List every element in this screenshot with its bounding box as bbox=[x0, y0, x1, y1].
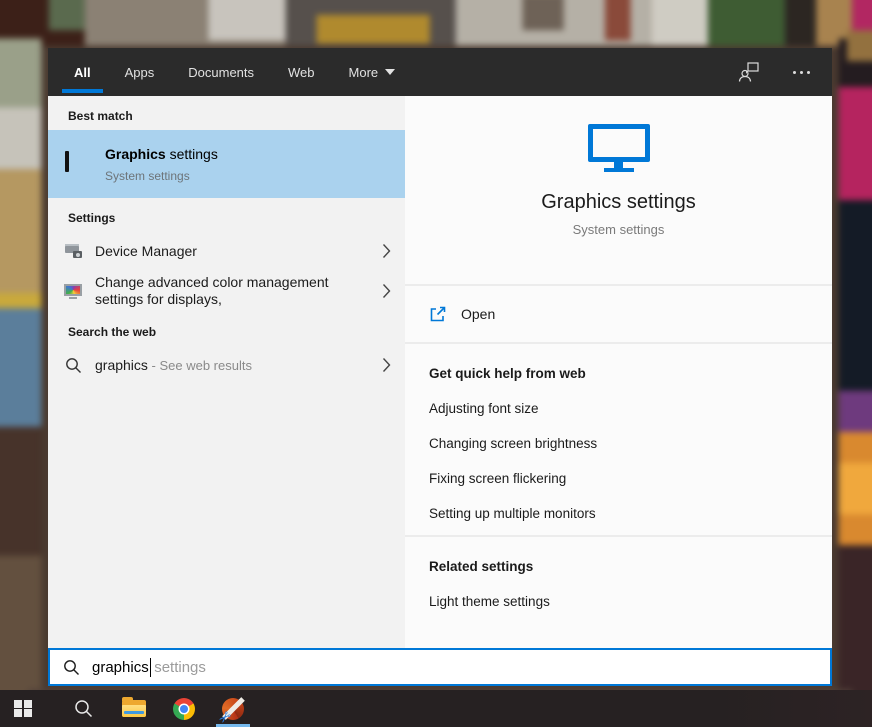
help-link[interactable]: Setting up multiple monitors bbox=[429, 506, 808, 521]
chrome-button[interactable] bbox=[161, 690, 207, 727]
search-filter-bar: All Apps Documents Web More bbox=[48, 48, 832, 96]
chevron-right-icon bbox=[382, 243, 391, 259]
chrome-icon bbox=[173, 697, 195, 720]
more-options-button[interactable] bbox=[788, 59, 814, 85]
best-match-result[interactable]: Graphics settings System settings bbox=[48, 130, 405, 198]
search-suggestion-text: settings bbox=[154, 658, 206, 676]
web-section-header: Search the web bbox=[68, 325, 157, 339]
best-match-title: Graphics settings bbox=[105, 145, 218, 162]
search-icon bbox=[74, 700, 92, 718]
tab-all[interactable]: All bbox=[62, 48, 103, 96]
search-typed-text: graphics bbox=[92, 658, 149, 676]
preview-subtitle: System settings bbox=[572, 222, 665, 237]
taskbar-search-button[interactable] bbox=[60, 690, 106, 727]
tab-more[interactable]: More bbox=[345, 48, 400, 96]
header-actions bbox=[736, 59, 814, 85]
quick-help-section: Get quick help from web Adjusting font s… bbox=[405, 344, 832, 537]
related-settings-header: Related settings bbox=[429, 559, 534, 574]
snip-sketch-icon: ✂ bbox=[213, 697, 244, 727]
result-web-search[interactable]: graphics - See web results bbox=[48, 346, 405, 384]
tab-all-label: All bbox=[74, 64, 91, 80]
desktop: All Apps Documents Web More Best match G… bbox=[0, 0, 872, 727]
best-match-header: Best match bbox=[68, 109, 133, 123]
file-explorer-button[interactable] bbox=[111, 690, 157, 727]
open-action[interactable]: Open bbox=[405, 286, 832, 344]
filter-tabs: All Apps Documents Web More bbox=[62, 48, 425, 96]
best-match-subtitle: System settings bbox=[105, 168, 190, 183]
quick-help-header: Get quick help from web bbox=[429, 366, 586, 381]
chevron-down-icon bbox=[385, 69, 396, 75]
text-caret bbox=[149, 657, 152, 677]
ellipsis-icon bbox=[792, 70, 810, 74]
tab-documents-label: Documents bbox=[188, 64, 255, 80]
monitor-icon bbox=[61, 151, 95, 175]
help-link[interactable]: Changing screen brightness bbox=[429, 436, 808, 451]
monitor-icon bbox=[587, 124, 650, 174]
search-input[interactable]: graphics settings bbox=[48, 648, 832, 686]
results-panel: Best match Graphics settings System sett… bbox=[48, 96, 405, 648]
result-color-management[interactable]: Change advanced color management setting… bbox=[48, 270, 405, 312]
start-button[interactable] bbox=[0, 690, 46, 727]
color-management-icon bbox=[61, 283, 85, 299]
person-account-icon bbox=[738, 62, 759, 82]
snip-sketch-button[interactable]: ✂ bbox=[210, 690, 256, 727]
open-label: Open bbox=[461, 306, 496, 322]
search-icon bbox=[64, 659, 79, 675]
result-label: graphics - See web results bbox=[95, 356, 252, 373]
preview-hero: Graphics settings System settings bbox=[405, 96, 832, 286]
windows-logo-icon bbox=[14, 699, 32, 718]
taskbar: ✂ bbox=[0, 690, 872, 727]
preview-title: Graphics settings bbox=[541, 191, 696, 213]
device-manager-icon bbox=[61, 244, 85, 258]
tab-web-label: Web bbox=[288, 64, 315, 80]
chevron-right-icon bbox=[382, 283, 391, 299]
account-button[interactable] bbox=[736, 59, 762, 85]
search-icon bbox=[61, 357, 85, 374]
settings-section-header: Settings bbox=[68, 211, 116, 225]
related-link[interactable]: Light theme settings bbox=[429, 594, 808, 609]
related-settings-section: Related settings Light theme settings bbox=[405, 537, 832, 648]
search-results-area: Best match Graphics settings System sett… bbox=[48, 96, 832, 648]
preview-panel: Graphics settings System settings Open G… bbox=[405, 96, 832, 648]
launch-icon bbox=[430, 306, 446, 322]
tab-apps[interactable]: Apps bbox=[121, 48, 159, 96]
folder-icon bbox=[122, 697, 146, 717]
help-link[interactable]: Adjusting font size bbox=[429, 401, 808, 416]
help-link[interactable]: Fixing screen flickering bbox=[429, 471, 808, 486]
result-device-manager[interactable]: Device Manager bbox=[48, 232, 405, 270]
result-label: Device Manager bbox=[95, 242, 197, 259]
tab-apps-label: Apps bbox=[124, 64, 155, 80]
tab-more-label: More bbox=[348, 64, 379, 80]
tab-documents[interactable]: Documents bbox=[184, 48, 258, 96]
search-flyout-window: All Apps Documents Web More Best match G… bbox=[48, 48, 832, 686]
result-label: Change advanced color management setting… bbox=[95, 274, 329, 307]
tab-web[interactable]: Web bbox=[284, 48, 319, 96]
chevron-right-icon bbox=[382, 357, 391, 373]
